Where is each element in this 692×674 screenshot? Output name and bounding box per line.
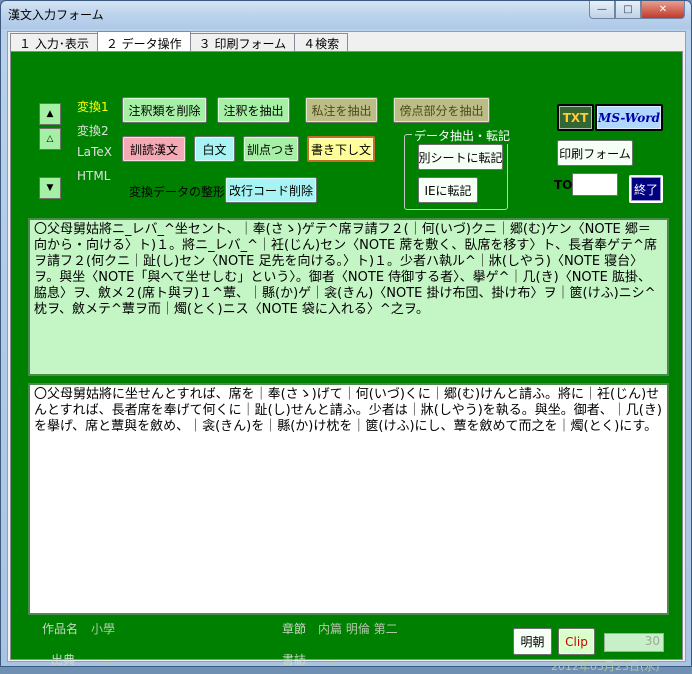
kakikudashi-textarea[interactable]: 〇父母舅姑將に坐せんとすれば、席を｜奉(さゝ)げて｜何(いづ)くに｜郷(む)けん… — [28, 383, 669, 615]
print-form-button[interactable]: 印刷フォーム — [557, 140, 633, 166]
kunten-tsuki-button[interactable]: 訓点つき — [243, 136, 299, 162]
delete-linebreak-button[interactable]: 改行コード削除 — [225, 177, 317, 203]
source-value: _ — [104, 649, 110, 663]
to-input[interactable] — [572, 173, 618, 196]
font-size-field[interactable]: 30 — [604, 633, 664, 652]
converted-kanbun-textarea[interactable]: 〇父母舅姑將ニ_レバ_^坐セント、｜奉(さゝ)ゲテ^席ヲ請フ２(｜何(いづ)クニ… — [28, 218, 669, 376]
extract-annotations-button[interactable]: 注釈を抽出 — [217, 97, 290, 123]
bibliography-label: 書誌 — [282, 653, 307, 667]
window-title: 漢文入力フォーム — [8, 8, 104, 22]
work-title-value: 小學 — [91, 622, 116, 636]
tab-strip: １ 入力･表示 ２ データ操作 ３ 印刷フォーム ４検索 — [10, 31, 349, 52]
mode-convert-2[interactable]: 変換2 — [77, 122, 109, 139]
tab-input-display[interactable]: １ 入力･表示 — [10, 33, 98, 51]
msword-button[interactable]: MS-Word — [595, 104, 663, 131]
kakikudashi-button[interactable]: 書き下し文 — [307, 136, 375, 162]
extract-sideline-button[interactable]: 傍点部分を抽出 — [393, 97, 490, 123]
extract-private-notes-button[interactable]: 私注を抽出 — [305, 97, 378, 123]
down-arrow-button[interactable]: ▼ — [39, 177, 61, 199]
date-display: 2012年03月23日(水) — [551, 660, 660, 673]
mode-convert-1[interactable]: 変換1 — [77, 98, 109, 115]
source-label: 出典 — [51, 653, 76, 667]
tab-print-form[interactable]: ３ 印刷フォーム — [189, 33, 296, 51]
clip-button[interactable]: Clip — [558, 628, 595, 655]
bibliography-value: _ — [327, 649, 333, 663]
mincho-font-button[interactable]: 明朝 — [513, 628, 552, 655]
minimize-button[interactable]: — — [589, 1, 615, 19]
window-controls: — □ ✕ — [589, 1, 685, 19]
to-label: TO — [554, 178, 573, 192]
close-button[interactable]: ✕ — [641, 1, 685, 19]
up-arrow-button[interactable]: ▲ — [39, 103, 61, 125]
app-window: 漢文入力フォーム — □ ✕ １ 入力･表示 ２ データ操作 ３ 印刷フォーム … — [0, 0, 692, 673]
work-title-label: 作品名 — [42, 622, 79, 636]
chapter-value: 内篇 明倫 第二 — [318, 622, 398, 636]
mode-html[interactable]: HTML — [77, 169, 110, 183]
tab-data-operation[interactable]: ２ データ操作 — [96, 31, 191, 51]
hakubun-button[interactable]: 白文 — [194, 136, 235, 162]
txt-button[interactable]: TXT — [557, 104, 594, 131]
exit-button[interactable]: 終了 — [629, 175, 663, 203]
format-data-label: 変換データの整形 — [129, 185, 226, 199]
mode-latex[interactable]: LaTeX — [77, 145, 112, 159]
kunten-kanbun-button[interactable]: 訓読漢文 — [122, 136, 186, 162]
data-operation-panel: ▲ △ ▼ 変換1 変換2 LaTeX HTML 注釈類を削除 注釈を抽出 私注… — [10, 51, 683, 673]
tab-search[interactable]: ４検索 — [294, 33, 349, 51]
extract-transfer-group-title: データ抽出・転記 — [412, 127, 513, 144]
title-bar[interactable]: 漢文入力フォーム — □ ✕ — [1, 1, 691, 29]
transfer-to-ie-button[interactable]: IEに転記 — [418, 177, 478, 203]
up-hollow-arrow-button[interactable]: △ — [39, 128, 61, 150]
delete-annotations-button[interactable]: 注釈類を削除 — [122, 97, 207, 123]
chapter-label: 章節 — [282, 622, 307, 636]
maximize-button[interactable]: □ — [615, 1, 641, 19]
transfer-to-sheet-button[interactable]: 別シートに転記 — [418, 144, 503, 170]
client-area: １ 入力･表示 ２ データ操作 ３ 印刷フォーム ４検索 ▲ △ ▼ 変換1 変… — [7, 31, 686, 673]
